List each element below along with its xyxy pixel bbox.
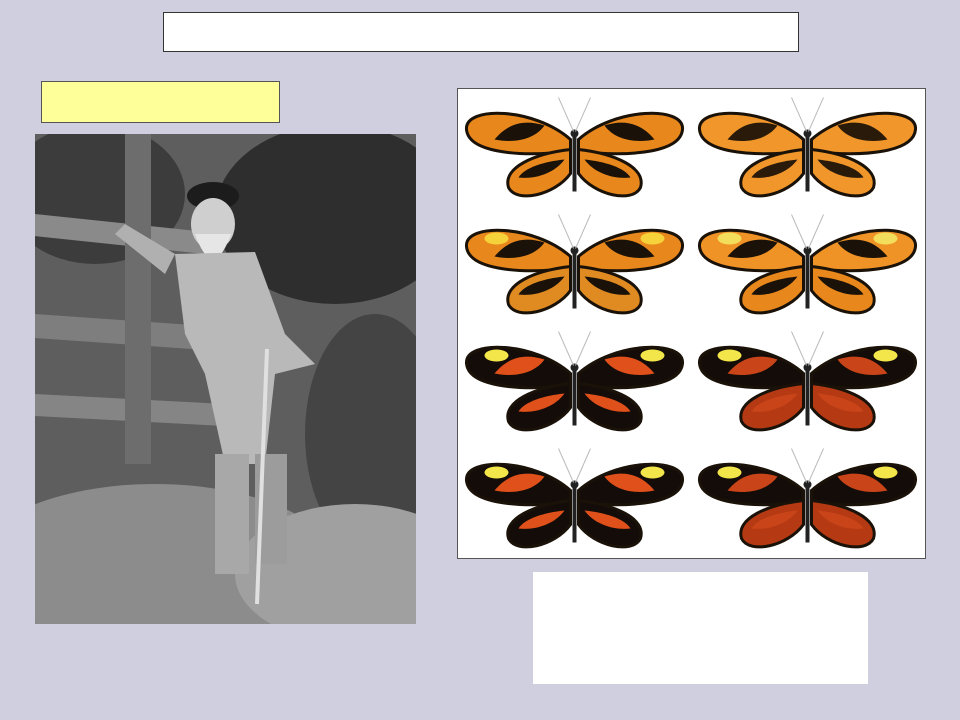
butterfly-icon <box>464 97 685 198</box>
butterfly-icon <box>697 214 918 315</box>
butterfly-icon <box>464 214 685 315</box>
butterfly-icon <box>464 448 685 549</box>
butterfly-icon <box>697 97 918 198</box>
portrait-photo-icon <box>35 134 416 624</box>
butterfly-icon <box>697 448 918 549</box>
butterfly-icon <box>464 331 685 432</box>
slide-title <box>163 12 799 52</box>
portrait-photo <box>35 134 416 624</box>
note-box <box>533 572 868 684</box>
butterfly-grid <box>464 97 918 549</box>
butterfly-mimicry-panel <box>457 88 926 559</box>
butterfly-icon <box>697 331 918 432</box>
photo-caption <box>41 81 280 123</box>
